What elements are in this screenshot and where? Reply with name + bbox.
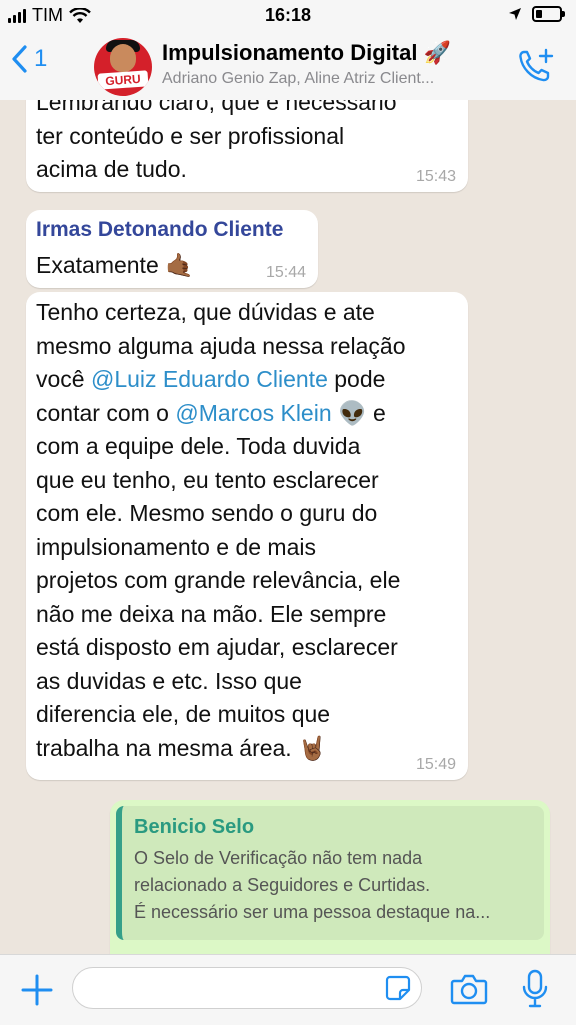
message-time: 15:43	[415, 168, 456, 185]
outgoing-message-bubble[interactable]: Benicio Selo O Selo de Verificação não t…	[110, 800, 550, 954]
message-time: 15:49	[415, 756, 456, 773]
status-right	[508, 6, 565, 22]
mic-icon[interactable]	[520, 969, 550, 1009]
group-title[interactable]: Impulsionamento Digital 🚀	[162, 40, 451, 66]
group-avatar[interactable]: GURU	[94, 38, 152, 96]
battery-icon	[532, 6, 565, 22]
sticker-icon[interactable]	[385, 975, 411, 1001]
message-bubble[interactable]: Irmas Detonando Cliente Exatamente 🤙🏾 15…	[26, 210, 318, 288]
avatar-badge: GURU	[97, 70, 149, 90]
message-bubble[interactable]: Lembrando claro, que é necessário ter co…	[26, 100, 468, 192]
quoted-text: O Selo de Verificação não tem nada	[134, 848, 423, 868]
camera-icon[interactable]	[450, 973, 488, 1005]
message-bubble[interactable]: Tenho certeza, que dúvidas e ate mesmo a…	[26, 292, 468, 780]
sender-name[interactable]: Irmas Detonando Cliente	[36, 218, 283, 242]
back-button[interactable]: 1	[10, 44, 47, 74]
status-bar: TIM 16:18	[0, 0, 576, 30]
back-chevron-icon	[12, 45, 27, 73]
quoted-author: Benicio Selo	[134, 816, 255, 838]
composer-bar	[0, 954, 576, 1025]
message-time: 15:44	[265, 264, 306, 281]
quoted-text: relacionado a Seguidores e Curtidas.	[134, 875, 431, 895]
group-members[interactable]: Adriano Genio Zap, Aline Atriz Client...	[162, 70, 502, 88]
quoted-text: É necessário ser uma pessoa destaque na.…	[134, 902, 491, 922]
status-time: 16:18	[264, 5, 312, 25]
add-call-icon[interactable]	[516, 46, 556, 86]
mention-link[interactable]: @Luiz Eduardo Cliente	[91, 366, 328, 392]
plus-icon[interactable]	[20, 973, 54, 1007]
message-text: Exatamente 🤙🏾	[36, 252, 194, 278]
chat-header: 1 GURU Impulsionamento Digital 🚀 Adriano…	[0, 30, 576, 101]
message-input[interactable]	[72, 967, 422, 1009]
mention-link[interactable]: @Marcos Klein	[175, 400, 331, 426]
message-text: Tenho certeza, que dúvidas e ate mesmo a…	[36, 299, 406, 761]
quoted-message[interactable]: Benicio Selo O Selo de Verificação não t…	[116, 806, 544, 940]
message-text: Lembrando claro, que é necessário ter co…	[36, 100, 397, 182]
location-arrow-icon	[509, 8, 521, 20]
message-list[interactable]: Lembrando claro, que é necessário ter co…	[0, 100, 576, 954]
unread-count: 1	[34, 45, 48, 72]
